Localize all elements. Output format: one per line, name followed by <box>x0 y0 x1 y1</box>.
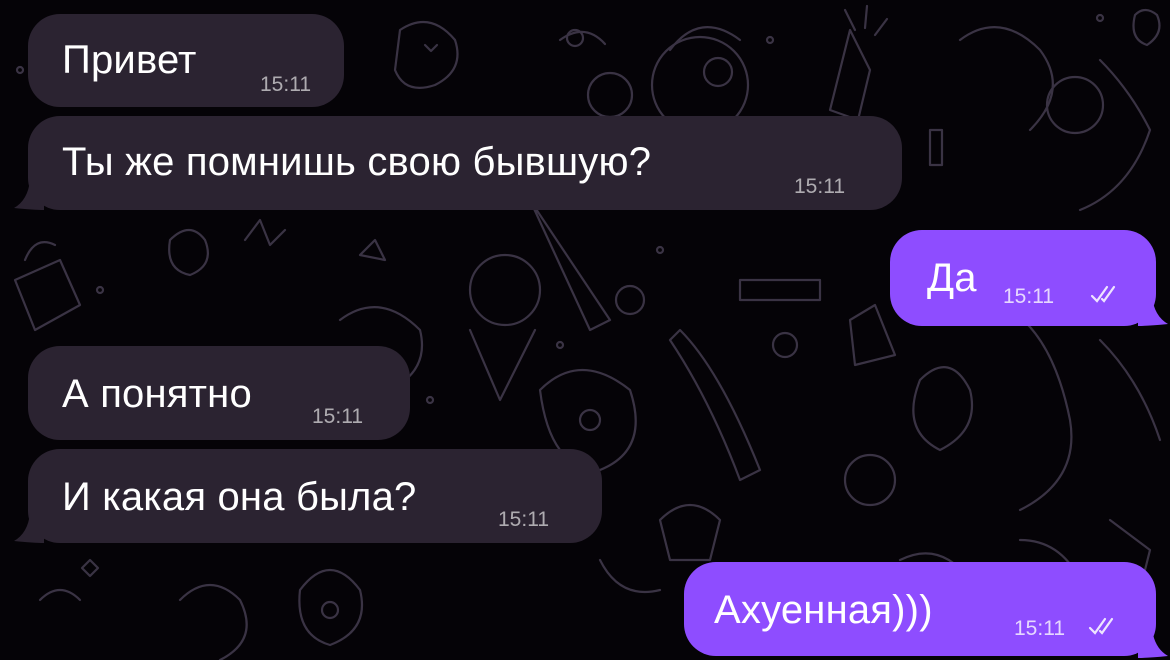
message-bubble-incoming[interactable]: И какая она была? 15:11 <box>28 449 602 543</box>
bubble-tail <box>1138 296 1168 326</box>
message-time: 15:11 <box>498 508 549 531</box>
message-time: 15:11 <box>260 73 311 96</box>
message-bubble-incoming[interactable]: Ты же помнишь свою бывшую? 15:11 <box>28 116 902 210</box>
message-text: Ты же помнишь свою бывшую? <box>62 140 652 184</box>
read-double-check-icon <box>1090 285 1116 303</box>
message-text: А понятно <box>62 372 252 416</box>
message-time: 15:11 <box>1014 617 1065 640</box>
message-text: И какая она была? <box>62 475 417 519</box>
message-bubble-incoming[interactable]: Привет 15:11 <box>28 14 344 107</box>
bubble-tail <box>1138 628 1168 658</box>
read-double-check-icon <box>1088 617 1114 635</box>
bubble-tail <box>14 513 44 543</box>
message-text: Да <box>927 256 977 300</box>
message-time: 15:11 <box>312 405 363 428</box>
message-text: Привет <box>62 38 197 82</box>
message-time: 15:11 <box>1003 285 1054 308</box>
message-bubble-incoming[interactable]: А понятно 15:11 <box>28 346 410 440</box>
message-time: 15:11 <box>794 175 845 198</box>
chat-screen: Привет 15:11 Ты же помнишь свою бывшую? … <box>0 0 1170 660</box>
message-bubble-outgoing[interactable]: Да 15:11 <box>890 230 1156 326</box>
message-text: Ахуенная))) <box>714 588 933 632</box>
message-bubble-outgoing[interactable]: Ахуенная))) 15:11 <box>684 562 1156 656</box>
bubble-tail <box>14 180 44 210</box>
